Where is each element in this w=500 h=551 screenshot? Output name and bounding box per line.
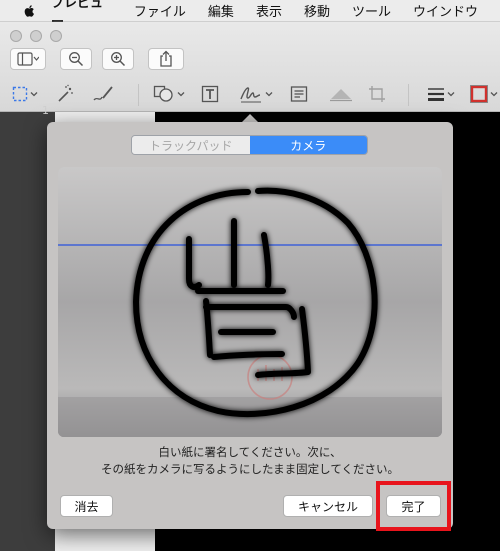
shapes-tool-button[interactable] <box>150 82 188 106</box>
sign-icon <box>240 87 261 103</box>
zoom-in-button[interactable] <box>102 48 134 70</box>
zoom-window-button[interactable] <box>50 30 62 42</box>
chevron-down-icon <box>490 92 498 97</box>
selection-tool-button[interactable] <box>8 82 42 106</box>
sketch-icon <box>93 86 113 101</box>
close-window-button[interactable] <box>10 30 22 42</box>
adjust-color-icon <box>330 89 352 102</box>
popover-arrow <box>242 114 258 122</box>
zoom-out-button[interactable] <box>60 48 92 70</box>
menu-go[interactable]: 移動 <box>304 1 330 20</box>
toolbar-divider <box>408 84 409 106</box>
share-button[interactable] <box>148 48 184 70</box>
border-color-button[interactable] <box>468 82 500 106</box>
minimize-window-button[interactable] <box>30 30 42 42</box>
sidebar-icon <box>17 52 39 66</box>
clear-button[interactable]: 消去 <box>60 495 113 517</box>
chevron-down-icon <box>177 92 185 97</box>
zoom-in-icon <box>111 52 126 67</box>
crop-button[interactable] <box>364 82 390 106</box>
camera-signature-image <box>58 167 442 437</box>
note-icon <box>290 86 308 102</box>
line-style-icon <box>428 88 444 101</box>
sidebar-toggle-button[interactable] <box>10 48 46 70</box>
menu-view[interactable]: 表示 <box>256 1 282 20</box>
chevron-down-icon <box>265 92 273 97</box>
window-toolbar <box>0 22 500 112</box>
instructions-line-1: 白い紙に署名してください。次に、 <box>158 445 342 459</box>
menu-edit[interactable]: 編集 <box>208 1 234 20</box>
text-icon <box>201 85 219 103</box>
menu-tools[interactable]: ツール <box>352 1 391 20</box>
menu-bar: プレビュー ファイル 編集 表示 移動 ツール ウインドウ <box>0 0 500 30</box>
menu-file[interactable]: ファイル <box>134 1 186 20</box>
line-style-button[interactable] <box>424 82 458 106</box>
tab-camera[interactable]: カメラ <box>249 136 367 154</box>
done-button-highlight-box <box>376 481 451 531</box>
signature-source-segmented-control: トラックパッド カメラ <box>131 135 368 155</box>
camera-preview <box>58 167 442 437</box>
note-tool-button[interactable] <box>286 82 312 106</box>
instant-alpha-icon <box>58 84 73 102</box>
border-color-icon <box>470 85 488 103</box>
share-icon <box>160 50 172 67</box>
text-tool-button[interactable] <box>196 82 224 106</box>
chevron-down-icon <box>30 92 38 97</box>
adjust-color-button[interactable] <box>326 82 356 106</box>
instant-alpha-button[interactable] <box>50 82 80 106</box>
chevron-down-icon <box>447 92 455 97</box>
sign-tool-button[interactable] <box>236 82 276 106</box>
apple-logo-icon[interactable] <box>22 3 37 19</box>
instructions-line-2: その紙をカメラに写るようにしたまま固定してください。 <box>101 462 399 476</box>
cancel-button[interactable]: キャンセル <box>283 495 373 517</box>
zoom-out-icon <box>69 52 84 67</box>
signature-popover: トラックパッド カメラ 白い紙に署名してください。次に、 その紙をカメラに写るよ… <box>47 122 453 529</box>
crop-icon <box>369 86 385 102</box>
sketch-tool-button[interactable] <box>88 82 118 106</box>
rectangular-selection-icon <box>12 86 28 102</box>
page-number: 1 <box>42 104 49 117</box>
tab-trackpad[interactable]: トラックパッド <box>132 136 250 154</box>
signature-instructions: 白い紙に署名してください。次に、 その紙をカメラに写るようにしたまま固定してくだ… <box>47 444 453 478</box>
menu-window[interactable]: ウインドウ <box>413 1 478 20</box>
toolbar-divider <box>138 84 139 106</box>
shapes-icon <box>153 85 173 102</box>
